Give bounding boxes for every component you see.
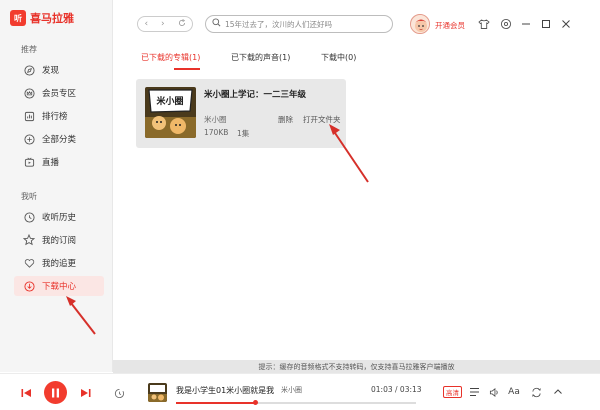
tab-downloading[interactable]: 下载中(0) [321,52,356,63]
collapse-icon[interactable] [552,386,564,398]
search-input[interactable] [225,19,385,29]
now-playing-author[interactable]: 米小圈 [281,385,302,395]
album-cover[interactable]: 米小圈 [145,87,196,138]
pause-button[interactable] [44,381,67,404]
back-icon[interactable]: ‹ [144,19,148,29]
refresh-icon[interactable] [178,18,186,30]
album-author: 米小圈 [204,115,227,124]
download-tabs: 已下载的专辑(1) 已下载的声音(1) 下载中(0) [113,46,600,70]
volume-icon[interactable] [488,386,500,398]
timer-icon[interactable] [113,387,125,399]
album-track-count: 1集 [237,129,250,138]
close-icon[interactable] [560,18,572,30]
album-card[interactable]: 米小圈 米小圈上学记：一二三年级 米小圈 删除 打开文件夹 170KB 1集 [136,79,346,148]
tab-downloaded-albums[interactable]: 已下载的专辑(1) [141,52,200,63]
svg-text:米小圈: 米小圈 [155,95,183,107]
current-time: 01:03 [371,385,393,394]
search-icon [212,18,221,30]
now-playing-cover[interactable] [148,383,167,402]
album-title[interactable]: 米小圈上学记：一二三年级 [204,88,306,100]
progress-handle[interactable] [252,400,258,405]
vip-button[interactable]: 开通会员 [435,20,465,31]
playlist-icon[interactable] [468,386,480,398]
next-track-icon[interactable] [79,387,91,399]
progress-fill [176,402,256,404]
tab-active-underline [174,68,200,70]
minimize-icon[interactable] [520,18,532,30]
maximize-icon[interactable] [540,18,552,30]
avatar[interactable] [410,14,430,34]
album-size: 170KB [204,128,229,137]
total-time: 03:13 [399,385,422,394]
search-box[interactable] [205,15,393,33]
annotation-arrow-card [329,124,369,183]
format-notice: 提示：缓存的音频格式不支持转码，仅支持喜马拉雅客户端播放 [113,360,600,373]
annotation-arrow-sidebar [66,296,96,335]
progress-bar[interactable] [176,400,416,405]
history-nav: ‹ › [137,16,193,32]
time-separator: / [392,385,400,394]
previous-track-icon[interactable] [20,387,32,399]
skin-icon[interactable] [478,18,490,30]
delete-button[interactable]: 删除 [278,114,293,125]
now-playing-title[interactable]: 我是小学生01米小圈就是我 [176,385,274,396]
player-bar: 我是小学生01米小圈就是我 米小圈 01:03 / 03:13 高清 Aa [0,373,600,410]
settings-icon[interactable] [500,18,512,30]
sync-icon[interactable] [530,386,542,398]
quality-button[interactable]: 高清 [443,386,462,398]
sidebar: 听 喜马拉雅 推荐 发现 会员专区 排行榜 全部分类 直播 我听 收听历史 我的… [0,0,113,372]
font-size-icon[interactable]: Aa [507,386,521,398]
forward-icon[interactable]: › [161,19,165,29]
playback-time: 01:03 / 03:13 [371,385,422,394]
tab-downloaded-tracks[interactable]: 已下载的声音(1) [231,52,290,63]
